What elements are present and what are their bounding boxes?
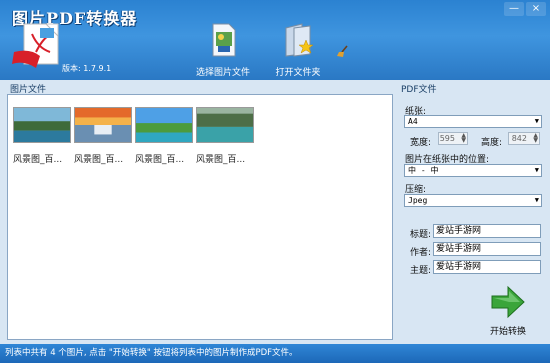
app-window: 图片PDF转换器 — × 版本: 1.7.9.1 选择图片文件 打开文件夹 图片… (0, 0, 550, 363)
paper-value: A4 (408, 117, 418, 126)
pdf-title-input[interactable]: 爱站手游网 (433, 224, 541, 238)
chevron-down-icon: ▼ (534, 196, 539, 204)
version-label: 版本: 1.7.9.1 (62, 64, 112, 73)
width-label: 宽度: (410, 138, 432, 148)
pdf-author-input[interactable]: 爱站手游网 (433, 242, 541, 256)
compress-value: Jpeg (408, 196, 428, 205)
start-convert-button[interactable]: 开始转换 (484, 285, 532, 337)
chevron-down-icon: ▼ (534, 166, 539, 174)
select-images-label: 选择图片文件 (195, 68, 250, 78)
broom-icon[interactable] (336, 44, 350, 58)
open-folder-label: 打开文件夹 (275, 68, 321, 78)
open-folder-button[interactable]: 打开文件夹 (263, 22, 333, 78)
thumbnail-item[interactable]: 风景图_百... (74, 107, 132, 165)
thumbnail-list[interactable]: 风景图_百... 风景图_百... 风景图_百... 风景图_百... (7, 94, 393, 340)
landscape-thumbnail (196, 107, 254, 143)
paper-select[interactable]: A4 ▼ (404, 115, 542, 128)
thumbnail-name: 风景图_百... (74, 155, 124, 165)
right-arrow-icon (491, 285, 525, 319)
width-input[interactable]: 595 ▲ ▼ (438, 132, 468, 145)
width-value: 595 (439, 134, 455, 143)
window-controls: — × (504, 2, 546, 16)
landscape-thumbnail (135, 107, 193, 143)
thumbnail-name: 风景图_百... (196, 155, 246, 165)
image-file-icon (212, 23, 236, 57)
landscape-thumbnail (74, 107, 132, 143)
header-bar: 图片PDF转换器 — × 版本: 1.7.9.1 选择图片文件 打开文件夹 (0, 0, 550, 80)
thumbnail-name: 风景图_百... (13, 155, 63, 165)
pdf-subject-input[interactable]: 爱站手游网 (433, 260, 541, 274)
start-convert-label: 开始转换 (489, 327, 526, 337)
height-value: 842 (511, 134, 527, 143)
pdf-author-label: 作者: (410, 248, 432, 258)
chevron-down-icon: ▼ (534, 117, 539, 125)
spin-arrows-icon: ▲ ▼ (461, 132, 466, 144)
minimize-button[interactable]: — (504, 2, 524, 16)
thumbnail-item[interactable]: 风景图_百... (196, 107, 254, 165)
position-value: 中 - 中 (408, 166, 439, 175)
spin-arrows-icon: ▲ ▼ (533, 132, 538, 144)
pdf-subject-label: 主题: (410, 266, 432, 276)
compress-select[interactable]: Jpeg ▼ (404, 194, 542, 207)
pdf-file-title: PDF文件 (401, 85, 437, 95)
height-input[interactable]: 842 ▲ ▼ (508, 132, 540, 145)
height-label: 高度: (481, 138, 503, 148)
thumbnail-name: 风景图_百... (135, 155, 185, 165)
close-button[interactable]: × (526, 2, 546, 16)
folder-star-icon (285, 23, 314, 57)
pdf-document-icon (12, 23, 59, 68)
landscape-thumbnail (13, 107, 71, 143)
select-images-button[interactable]: 选择图片文件 (188, 22, 258, 78)
thumbnail-item[interactable]: 风景图_百... (135, 107, 193, 165)
status-bar: 列表中共有 4 个图片, 点击 "开始转换" 按钮将列表中的图片制作成PDF文件… (0, 344, 550, 363)
pdf-title-label: 标题: (410, 230, 432, 240)
thumbnail-item[interactable]: 风景图_百... (13, 107, 71, 165)
position-select[interactable]: 中 - 中 ▼ (404, 164, 542, 177)
